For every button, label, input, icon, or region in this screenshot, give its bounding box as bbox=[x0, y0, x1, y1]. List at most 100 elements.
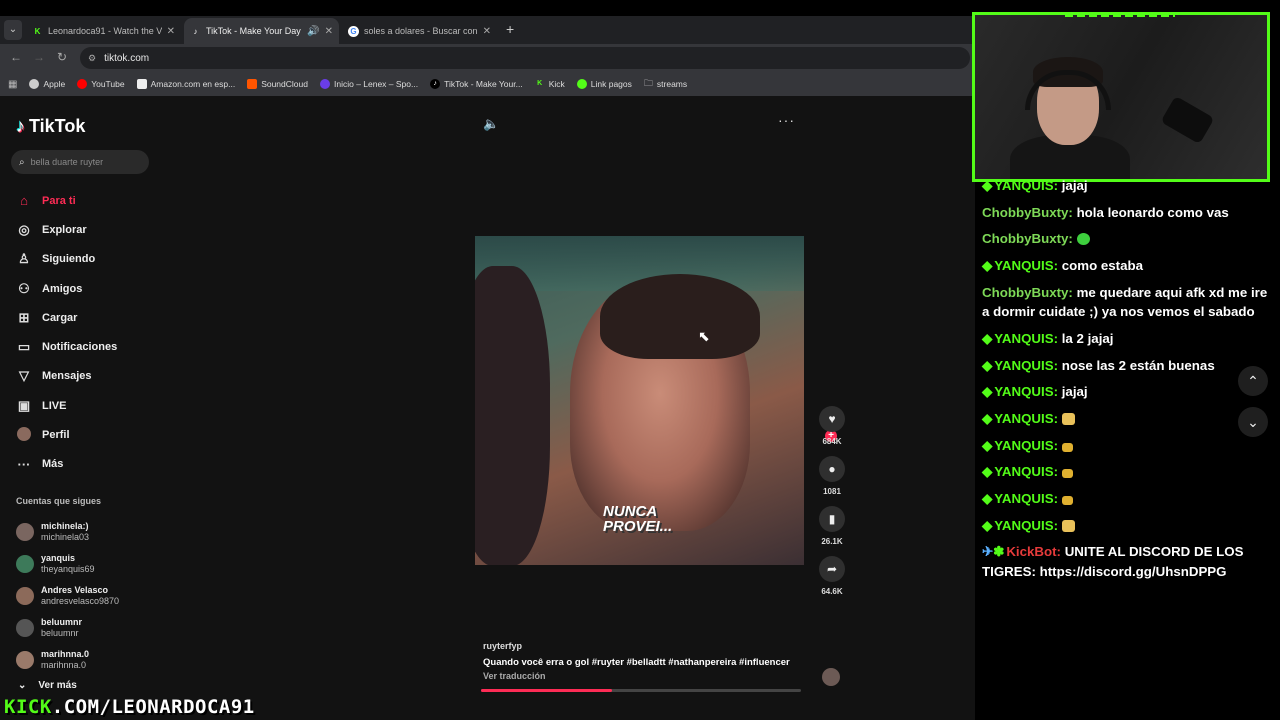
nav-label: Para ti bbox=[42, 194, 76, 207]
tab-search-chevron-icon[interactable]: ⌄ bbox=[4, 20, 22, 40]
amazon-icon bbox=[136, 79, 147, 89]
following-account[interactable]: yanquis theyanquis69 bbox=[16, 548, 166, 580]
back-arrow-icon[interactable]: ← bbox=[10, 50, 22, 64]
tab-audio-icon[interactable]: 🔊 bbox=[307, 26, 319, 37]
account-username: theyanquis69 bbox=[41, 564, 95, 574]
bookmark-tiktok[interactable]: ♪ TikTok - Make Your... bbox=[430, 79, 523, 89]
chat-username[interactable]: YANQUIS: bbox=[994, 358, 1058, 373]
stream-chat: ◆ YANQUIS: jajaj ChobbyBuxty: hola leonar… bbox=[982, 176, 1272, 589]
nav-item-mensajes[interactable]: ▽ Mensajes bbox=[16, 362, 156, 391]
chat-username[interactable]: ChobbyBuxty: bbox=[982, 285, 1073, 300]
chat-text: nose las 2 están buenas bbox=[1061, 357, 1215, 373]
bookmark-streams[interactable]: 🗀 streams bbox=[644, 76, 687, 92]
following-account[interactable]: michinela:) michinela03 bbox=[16, 516, 166, 548]
chat-message: ChobbyBuxty: hola leonardo como vas bbox=[982, 203, 1272, 223]
nav-item-amigos[interactable]: ⚇ Amigos bbox=[16, 274, 156, 303]
tab-tiktok[interactable]: ♪ TikTok - Make Your Day 🔊 ✕ bbox=[184, 18, 339, 44]
following-account[interactable]: beluumnr beluumnr bbox=[16, 612, 166, 644]
following-account[interactable]: Andres Velasco andresvelasco9870 bbox=[16, 580, 166, 612]
nav-item-notificaciones[interactable]: ▭ Notificaciones bbox=[16, 332, 156, 361]
chat-username[interactable]: YANQUIS: bbox=[994, 464, 1058, 479]
bookmark-label: Inicio – Lenex – Spo... bbox=[333, 79, 419, 89]
chat-username[interactable]: YANQUIS: bbox=[994, 518, 1058, 533]
comment-button[interactable]: ● 1081 bbox=[814, 456, 850, 496]
bookmark-link-pagos[interactable]: Link pagos bbox=[576, 79, 632, 89]
nav-label: Más bbox=[42, 458, 64, 471]
video-player[interactable]: NUNCA PROVEI... bbox=[475, 236, 804, 565]
chat-username[interactable]: YANQUIS: bbox=[994, 491, 1058, 506]
bookmark-label: Apple bbox=[43, 79, 66, 89]
chat-username[interactable]: YANQUIS: bbox=[994, 331, 1058, 346]
search-input[interactable]: ⌕ bella duarte ruyter bbox=[11, 150, 149, 174]
inbox-icon: ▭ bbox=[17, 339, 31, 355]
bookmark-amazon[interactable]: Amazon.com en esp... bbox=[136, 79, 236, 89]
nav-item-mas[interactable]: ··· Más bbox=[16, 450, 156, 479]
badge-icon: ◆ bbox=[982, 357, 993, 373]
url-input[interactable]: ⚙ tiktok.com bbox=[80, 47, 970, 69]
see-more-button[interactable]: ⌄ Ver más bbox=[18, 680, 77, 691]
chat-message: ◆ YANQUIS: la 2 jajaj bbox=[982, 329, 1272, 349]
chat-username[interactable]: YANQUIS: bbox=[994, 438, 1058, 453]
bookmark-youtube[interactable]: YouTube bbox=[77, 79, 125, 89]
more-options-icon[interactable]: ··· bbox=[778, 112, 795, 128]
google-favicon-icon: G bbox=[348, 25, 359, 37]
bookmark-kick[interactable]: K Kick bbox=[535, 79, 565, 89]
nav-item-para-ti[interactable]: ⌂ Para ti bbox=[16, 186, 156, 215]
chat-username[interactable]: YANQUIS: bbox=[994, 384, 1058, 399]
account-name: marihnna.0 bbox=[41, 649, 90, 659]
following-account[interactable]: marihnna.0 marihnna.0 bbox=[16, 644, 166, 676]
tab-google-search[interactable]: G soles a dolares - Buscar con Go ✕ bbox=[342, 18, 497, 44]
share-button[interactable]: ➦ 64.6K bbox=[814, 556, 850, 596]
see-translation-link[interactable]: Ver traducción bbox=[483, 671, 790, 681]
bookmark-apple[interactable]: Apple bbox=[29, 79, 65, 89]
nav-item-siguiendo[interactable]: ♙ Siguiendo bbox=[16, 245, 156, 274]
forward-arrow-icon[interactable]: → bbox=[33, 50, 45, 64]
save-button[interactable]: ▮ 26.1K bbox=[814, 506, 850, 546]
laughing-emote-icon bbox=[1061, 413, 1075, 425]
new-tab-button[interactable]: + bbox=[506, 21, 514, 37]
nav-item-explorar[interactable]: ◎ Explorar bbox=[16, 215, 156, 244]
bookmark-spotify[interactable]: Inicio – Lenex – Spo... bbox=[319, 79, 419, 89]
nav-item-live[interactable]: ▣ LIVE bbox=[16, 391, 156, 420]
like-button[interactable]: ♥ 684K bbox=[814, 406, 850, 446]
chat-username[interactable]: ChobbyBuxty: bbox=[982, 205, 1073, 220]
address-bar-row: ← → ↻ ⚙ tiktok.com bbox=[0, 44, 975, 72]
music-disc-avatar[interactable] bbox=[822, 668, 840, 686]
reload-icon[interactable]: ↻ bbox=[57, 50, 67, 64]
chat-username[interactable]: ChobbyBuxty: bbox=[982, 231, 1073, 246]
tab-close-icon[interactable]: ✕ bbox=[167, 26, 175, 37]
tab-title: TikTok - Make Your Day bbox=[206, 26, 301, 36]
kick-favicon-icon: K bbox=[34, 26, 41, 36]
nav-item-cargar[interactable]: ⊞ Cargar bbox=[16, 303, 156, 332]
chat-username[interactable]: YANQUIS: bbox=[994, 258, 1058, 273]
bookmark-soundcloud[interactable]: SoundCloud bbox=[247, 79, 308, 89]
chat-username[interactable]: YANQUIS: bbox=[994, 178, 1058, 193]
video-progress-bar[interactable] bbox=[481, 689, 801, 692]
chat-message: ◆ YANQUIS: bbox=[982, 462, 1272, 482]
chat-text: jajaj bbox=[1061, 178, 1088, 193]
video-author[interactable]: ruyterfyp bbox=[483, 641, 790, 651]
chat-username[interactable]: YANQUIS: bbox=[994, 411, 1058, 426]
tab-close-icon[interactable]: ✕ bbox=[325, 26, 333, 37]
nav-item-perfil[interactable]: Perfil bbox=[16, 420, 156, 449]
chat-message: ✈✽ KickBot: UNITE AL DISCORD DE LOS TIGRE… bbox=[982, 542, 1272, 581]
stream-url-overlay: KICK.COM/LEONARDOCA91 bbox=[4, 696, 255, 718]
youtube-icon bbox=[77, 79, 88, 89]
chat-text: hola leonardo como vas bbox=[1076, 204, 1229, 220]
chat-username[interactable]: KickBot: bbox=[1006, 544, 1061, 559]
bookmark-label: Kick bbox=[548, 79, 565, 89]
kick-brand-text: KICK bbox=[4, 696, 52, 718]
chevron-down-icon: ⌄ bbox=[1247, 413, 1259, 430]
avatar bbox=[16, 555, 34, 573]
nav-label: Siguiendo bbox=[42, 253, 96, 266]
tiktok-logo[interactable]: ♪ TikTok bbox=[16, 116, 85, 137]
soundcloud-icon bbox=[247, 79, 258, 89]
tab-close-icon[interactable]: ✕ bbox=[483, 26, 491, 37]
bookmark-label: Amazon.com en esp... bbox=[150, 79, 236, 89]
site-info-icon[interactable]: ⚙ bbox=[88, 53, 96, 64]
volume-icon[interactable]: 🔈 bbox=[483, 116, 499, 132]
apps-grid-icon[interactable]: ▦ bbox=[8, 79, 17, 90]
tab-kick-vod[interactable]: K Leonardoca91 - Watch the VOD ✕ bbox=[26, 18, 181, 44]
chat-scroll-down-button[interactable]: ⌄ bbox=[1238, 407, 1268, 437]
chat-scroll-up-button[interactable]: ⌃ bbox=[1238, 366, 1268, 396]
